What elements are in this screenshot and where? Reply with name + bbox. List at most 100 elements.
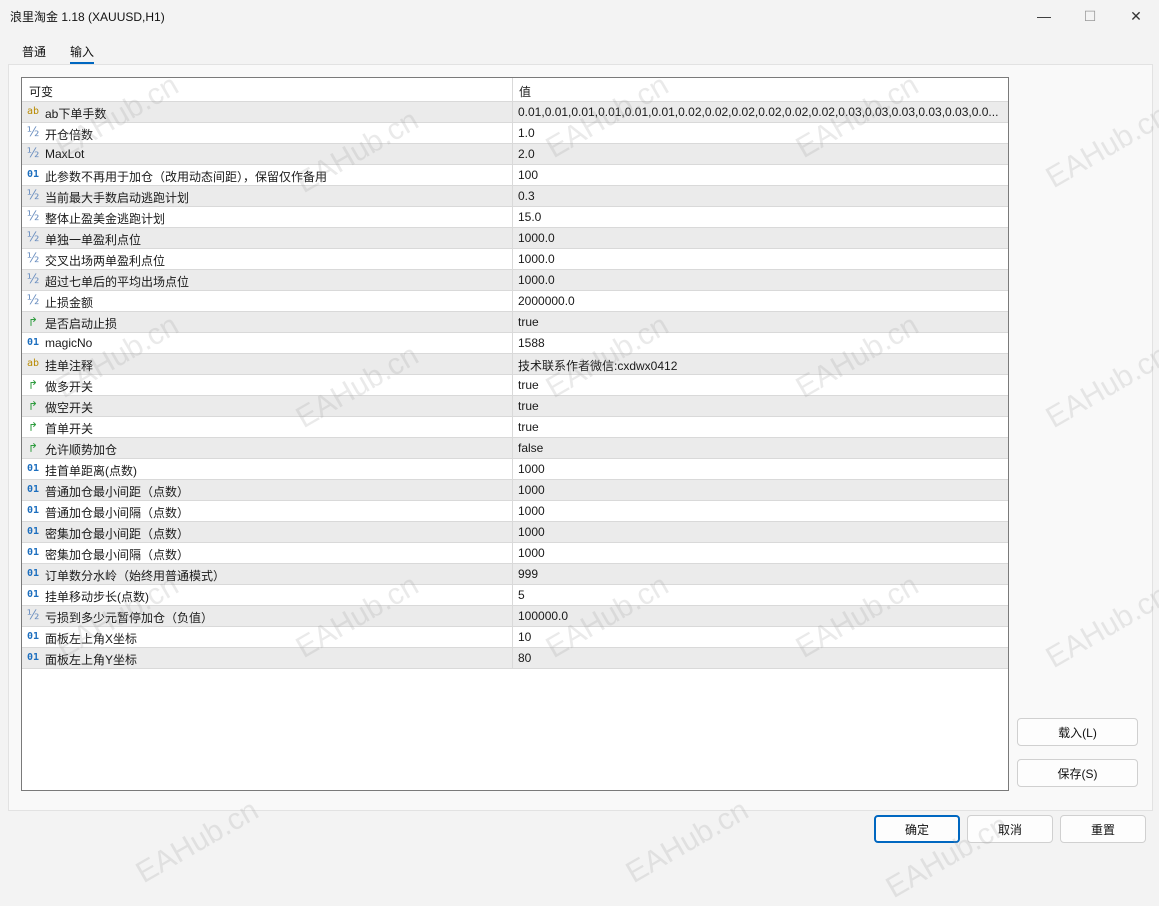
cell-divider [512, 123, 513, 144]
table-row[interactable]: ½ 超过七单后的平均出场点位 1000.0 [22, 270, 1008, 291]
parameter-value[interactable]: 1000 [518, 546, 1004, 560]
integer-type-icon: 01 [26, 526, 40, 537]
parameter-name: 止损金额 [45, 296, 94, 310]
parameter-value[interactable]: 80 [518, 651, 1004, 665]
parameter-value[interactable]: 1000 [518, 525, 1004, 539]
table-row[interactable]: ½ 亏损到多少元暂停加仓（负值） 100000.0 [22, 606, 1008, 627]
integer-type-icon: 01 [26, 505, 40, 516]
table-row[interactable]: ↱ 首单开关 true [22, 417, 1008, 438]
parameter-value[interactable]: false [518, 441, 1004, 455]
parameter-name: 当前最大手数启动逃跑计划 [45, 191, 190, 205]
parameter-value[interactable]: 1000 [518, 462, 1004, 476]
table-row[interactable]: ½ 单独一单盈利点位 1000.0 [22, 228, 1008, 249]
parameter-name: 挂首单距离(点数) [45, 464, 137, 478]
table-row[interactable]: 01 订单数分水岭（始终用普通模式） 999 [22, 564, 1008, 585]
cell-divider [512, 501, 513, 522]
table-row[interactable]: 01 面板左上角Y坐标 80 [22, 648, 1008, 669]
table-row[interactable]: 01 普通加仓最小间隔（点数） 1000 [22, 501, 1008, 522]
table-row[interactable]: 01 此参数不再用于加仓（改用动态间距），保留仅作备用 100 [22, 165, 1008, 186]
bool-type-icon: ↱ [27, 315, 39, 329]
parameter-value[interactable]: 技术联系作者微信:cxdwx0412 [518, 357, 1004, 374]
ok-button[interactable]: 确定 [874, 815, 960, 843]
parameter-value[interactable]: 1000.0 [518, 231, 1004, 245]
parameter-value[interactable]: 1588 [518, 336, 1004, 350]
parameter-name: 挂单移动步长(点数) [45, 590, 149, 604]
parameter-value[interactable]: 1000 [518, 504, 1004, 518]
cell-divider [512, 165, 513, 186]
parameter-value[interactable]: true [518, 420, 1004, 434]
table-row[interactable]: 01 面板左上角X坐标 10 [22, 627, 1008, 648]
table-row[interactable]: ab ab下单手数 0.01,0.01,0.01,0.01,0.01,0.01,0.… [22, 102, 1008, 123]
parameter-name: 亏损到多少元暂停加仓（负值） [45, 611, 214, 625]
parameter-name: 面板左上角X坐标 [45, 632, 138, 646]
table-row[interactable]: ½ 当前最大手数启动逃跑计划 0.3 [22, 186, 1008, 207]
double-type-icon: ½ [26, 293, 40, 308]
parameter-value[interactable]: 1000 [518, 483, 1004, 497]
parameter-value[interactable]: 1000.0 [518, 252, 1004, 266]
load-button[interactable]: 载入(L) [1017, 718, 1138, 746]
string-type-icon: ab [26, 106, 40, 117]
column-divider[interactable] [512, 78, 513, 101]
parameter-value[interactable]: 1.0 [518, 126, 1004, 140]
close-icon[interactable]: ✕ [1113, 0, 1159, 32]
maximize-icon[interactable]: ☐ [1067, 0, 1113, 32]
table-row[interactable]: ↱ 做多开关 true [22, 375, 1008, 396]
parameter-value[interactable]: 2.0 [518, 147, 1004, 161]
double-type-icon: ½ [26, 188, 40, 203]
column-header-value[interactable]: 值 [519, 83, 531, 100]
reset-button[interactable]: 重置 [1060, 815, 1146, 843]
integer-type-icon: 01 [26, 568, 40, 579]
table-row[interactable]: 01 挂单移动步长(点数) 5 [22, 585, 1008, 606]
parameter-name: 开仓倍数 [45, 128, 94, 142]
tab-general[interactable]: 普通 [22, 43, 46, 60]
cell-divider [512, 186, 513, 207]
parameter-name: 做空开关 [45, 401, 94, 415]
double-type-icon: ½ [26, 125, 40, 140]
parameter-value[interactable]: 100 [518, 168, 1004, 182]
parameter-name: 挂单注释 [45, 359, 94, 373]
double-type-icon: ½ [26, 272, 40, 287]
table-row[interactable]: ½ 开仓倍数 1.0 [22, 123, 1008, 144]
parameter-value[interactable]: 100000.0 [518, 609, 1004, 623]
table-row[interactable]: 01 普通加仓最小间距（点数） 1000 [22, 480, 1008, 501]
parameter-value[interactable]: 5 [518, 588, 1004, 602]
parameter-value[interactable]: 2000000.0 [518, 294, 1004, 308]
table-row[interactable]: 01 挂首单距离(点数) 1000 [22, 459, 1008, 480]
integer-type-icon: 01 [26, 463, 40, 474]
integer-type-icon: 01 [26, 169, 40, 180]
tab-input[interactable]: 输入 [70, 43, 94, 60]
integer-type-icon: 01 [26, 484, 40, 495]
column-header-name[interactable]: 可变 [29, 83, 53, 100]
parameter-value[interactable]: 1000.0 [518, 273, 1004, 287]
parameter-value[interactable]: 0.3 [518, 189, 1004, 203]
table-row[interactable]: ↱ 允许顺势加仓 false [22, 438, 1008, 459]
cell-divider [512, 417, 513, 438]
table-row[interactable]: ½ 整体止盈美金逃跑计划 15.0 [22, 207, 1008, 228]
table-row[interactable]: 01 密集加仓最小间距（点数） 1000 [22, 522, 1008, 543]
parameter-value[interactable]: 15.0 [518, 210, 1004, 224]
double-type-icon: ½ [26, 251, 40, 266]
parameter-value[interactable]: true [518, 315, 1004, 329]
table-row[interactable]: 01 密集加仓最小间隔（点数） 1000 [22, 543, 1008, 564]
table-row[interactable]: ab 挂单注释 技术联系作者微信:cxdwx0412 [22, 354, 1008, 375]
table-row[interactable]: ½ 交叉出场两单盈利点位 1000.0 [22, 249, 1008, 270]
table-row[interactable]: ↱ 是否启动止损 true [22, 312, 1008, 333]
string-type-icon: ab [26, 358, 40, 369]
cancel-button[interactable]: 取消 [967, 815, 1053, 843]
cell-divider [512, 228, 513, 249]
table-row[interactable]: ½ 止损金额 2000000.0 [22, 291, 1008, 312]
save-button[interactable]: 保存(S) [1017, 759, 1138, 787]
table-row[interactable]: 01 magicNo 1588 [22, 333, 1008, 354]
parameter-value[interactable]: 0.01,0.01,0.01,0.01,0.01,0.01,0.02,0.02,… [518, 105, 1004, 119]
cell-divider [512, 543, 513, 564]
cell-divider [512, 480, 513, 501]
table-row[interactable]: ½ MaxLot 2.0 [22, 144, 1008, 165]
parameter-value[interactable]: true [518, 399, 1004, 413]
parameter-value[interactable]: 10 [518, 630, 1004, 644]
table-header: 可变 值 [22, 78, 1008, 102]
parameter-value[interactable]: 999 [518, 567, 1004, 581]
minimize-icon[interactable]: — [1021, 0, 1067, 32]
table-row[interactable]: ↱ 做空开关 true [22, 396, 1008, 417]
parameter-name: 密集加仓最小间隔（点数） [45, 548, 190, 562]
parameter-value[interactable]: true [518, 378, 1004, 392]
